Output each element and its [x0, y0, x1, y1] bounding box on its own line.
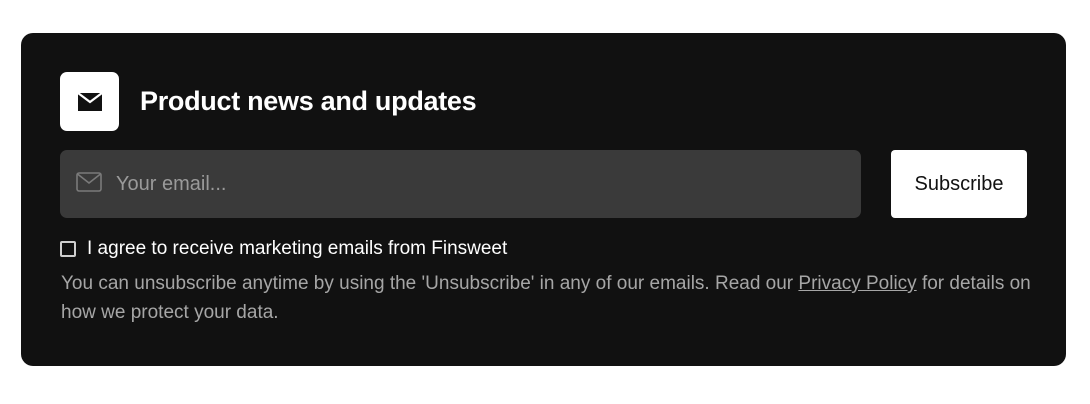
newsletter-title: Product news and updates	[140, 86, 477, 116]
consent-row: I agree to receive marketing emails from…	[60, 238, 507, 260]
newsletter-card: Product news and updates Subscribe I agr…	[21, 33, 1066, 366]
envelope-icon	[60, 72, 119, 131]
newsletter-header: Product news and updates	[60, 72, 477, 131]
envelope-outline-icon	[76, 171, 102, 197]
disclaimer-before-link: You can unsubscribe anytime by using the…	[61, 273, 799, 294]
subscribe-button[interactable]: Subscribe	[891, 150, 1027, 218]
privacy-policy-link[interactable]: Privacy Policy	[798, 273, 916, 294]
consent-checkbox[interactable]	[60, 241, 76, 257]
email-input[interactable]	[114, 171, 818, 197]
consent-label[interactable]: I agree to receive marketing emails from…	[87, 238, 507, 260]
email-field[interactable]	[60, 150, 861, 218]
disclaimer-text: You can unsubscribe anytime by using the…	[61, 269, 1041, 327]
